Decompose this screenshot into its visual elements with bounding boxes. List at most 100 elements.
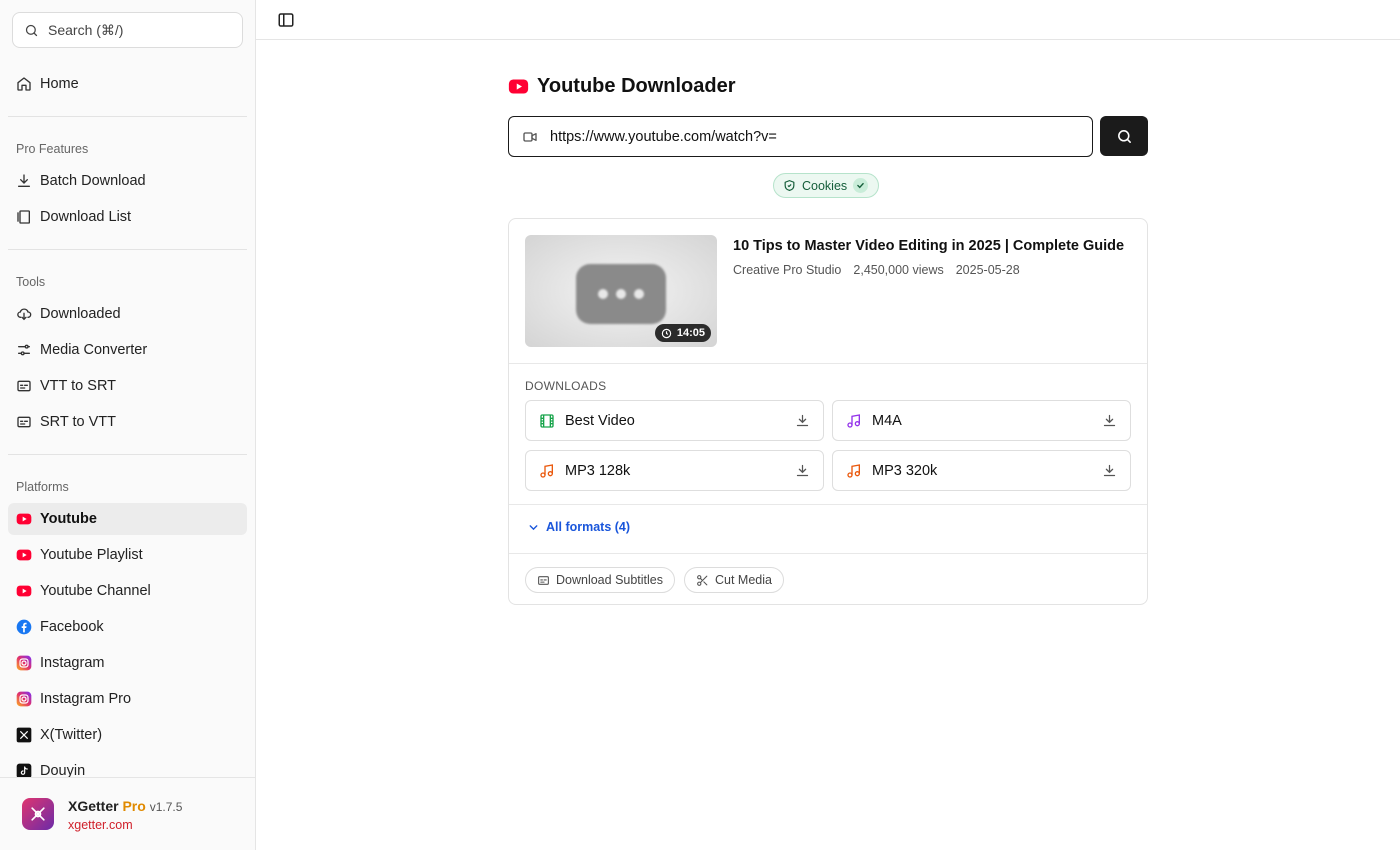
sidebar-item-home[interactable]: Home	[8, 68, 247, 100]
sidebar-item-youtube[interactable]: Youtube	[8, 503, 247, 535]
sidebar-item-instagram[interactable]: Instagram	[8, 647, 247, 679]
facebook-icon	[16, 619, 32, 635]
video-thumbnail[interactable]: 14:05	[525, 235, 717, 347]
app-logo	[22, 798, 54, 830]
scissors-icon	[697, 574, 708, 586]
sidebar-item-facebook[interactable]: Facebook	[8, 611, 247, 643]
divider	[509, 504, 1147, 505]
cut-media-button[interactable]: Cut Media	[684, 567, 784, 593]
video-title: 10 Tips to Master Video Editing in 2025 …	[733, 238, 1125, 254]
sidebar-item-youtube-playlist[interactable]: Youtube Playlist	[8, 539, 247, 571]
sidebar-item-youtube-channel[interactable]: Youtube Channel	[8, 575, 247, 607]
download-label: MP3 320k	[872, 462, 938, 479]
download-label: M4A	[872, 412, 902, 429]
pro-badge: Pro	[122, 798, 146, 814]
instagram-icon	[16, 691, 32, 707]
sidebar-item-label: VTT to SRT	[40, 378, 117, 394]
sidebar-item-batch-download[interactable]: Batch Download	[8, 165, 247, 197]
section-label-tools: Tools	[16, 275, 46, 289]
sidebar-toggle-button[interactable]	[277, 11, 295, 29]
shield-check-icon	[784, 180, 795, 191]
app-title: XGetter	[68, 798, 119, 814]
section-label-pro: Pro Features	[16, 142, 89, 156]
sidebar-item-label: Instagram	[40, 655, 105, 671]
cut-media-label: Cut Media	[715, 573, 772, 587]
url-input[interactable]	[550, 128, 1070, 145]
sidebar-item-media-converter[interactable]: Media Converter	[8, 334, 247, 366]
divider	[8, 116, 247, 117]
film-icon	[539, 413, 555, 429]
x-twitter-icon	[16, 727, 32, 743]
download-icon	[1103, 414, 1116, 427]
sidebar-item-label: Home	[40, 76, 79, 92]
search-input[interactable]: Search (⌘/)	[12, 12, 243, 48]
duration-badge: 14:05	[654, 324, 711, 342]
sidebar-item-srt-to-vtt[interactable]: SRT to VTT	[8, 406, 247, 438]
sidebar-item-label: SRT to VTT	[40, 414, 117, 430]
placeholder-play-icon	[576, 264, 666, 324]
search-icon	[1117, 129, 1131, 143]
sidebar-nav[interactable]: Search (⌘/) Home Pro Features Batch Down…	[0, 0, 255, 777]
sidebar-item-download-list[interactable]: Download List	[8, 201, 247, 233]
download-subtitles-label: Download Subtitles	[556, 573, 664, 587]
video-card: 14:05 10 Tips to Master Video Editing in…	[508, 218, 1148, 605]
youtube-icon	[508, 79, 529, 94]
cloud-download-icon	[16, 306, 32, 322]
video-camera-icon	[523, 131, 537, 142]
sidebar-item-label: X(Twitter)	[40, 727, 103, 743]
music-icon	[846, 413, 862, 429]
download-m4a-button[interactable]: M4A	[832, 400, 1131, 441]
page-title-text: Youtube Downloader	[537, 75, 736, 97]
app-url-link[interactable]: xgetter.com	[68, 818, 133, 832]
duration-text: 14:05	[676, 327, 705, 339]
divider	[8, 454, 247, 455]
sidebar-item-label: Youtube Playlist	[40, 547, 143, 563]
sidebar-item-x-twitter[interactable]: X(Twitter)	[8, 719, 247, 751]
youtube-icon	[16, 547, 32, 563]
divider	[509, 363, 1147, 364]
search-button[interactable]	[1100, 116, 1148, 156]
section-label-platforms: Platforms	[16, 480, 69, 494]
download-subtitles-button[interactable]: Download Subtitles	[525, 567, 676, 593]
search-placeholder: Search (⌘/)	[48, 21, 124, 38]
instagram-icon	[16, 655, 32, 671]
download-icon	[796, 464, 809, 477]
top-bar	[256, 0, 1400, 40]
sidebar-item-label: Media Converter	[40, 342, 148, 358]
music-icon	[846, 463, 862, 479]
all-formats-label: All formats (4)	[546, 520, 631, 534]
download-best-video-button[interactable]: Best Video	[525, 400, 824, 441]
home-icon	[16, 76, 32, 92]
cookies-badge[interactable]: Cookies	[773, 173, 880, 198]
url-input-field[interactable]	[508, 116, 1093, 157]
download-mp3-128k-button[interactable]: MP3 128k	[525, 450, 824, 491]
youtube-icon	[16, 511, 32, 527]
cookies-label: Cookies	[802, 178, 848, 193]
downloads-label: DOWNLOADS	[525, 379, 607, 393]
sidebar-item-label: Download List	[40, 209, 132, 225]
upload-date: 2025-05-28	[955, 263, 1020, 277]
download-icon	[1103, 464, 1116, 477]
download-label: Best Video	[565, 412, 635, 429]
youtube-icon	[16, 583, 32, 599]
sidebar-item-vtt-to-srt[interactable]: VTT to SRT	[8, 370, 247, 402]
sidebar-item-label: Facebook	[40, 619, 104, 635]
download-icon	[796, 414, 809, 427]
channel-name: Creative Pro Studio	[733, 263, 842, 277]
list-icon	[16, 209, 32, 225]
panel-left-icon	[278, 13, 294, 27]
chevron-down-icon	[529, 524, 538, 530]
download-mp3-320k-button[interactable]: MP3 320k	[832, 450, 1131, 491]
divider	[509, 553, 1147, 554]
app-version: v1.7.5	[149, 800, 183, 814]
sidebar-item-downloaded[interactable]: Downloaded	[8, 298, 247, 330]
sidebar-item-instagram-pro[interactable]: Instagram Pro	[8, 683, 247, 715]
check-icon	[853, 178, 869, 193]
all-formats-toggle[interactable]: All formats (4)	[527, 520, 630, 534]
sidebar-item-label: Douyin	[40, 763, 86, 777]
download-label: MP3 128k	[565, 462, 631, 479]
subtitles-icon	[16, 414, 32, 430]
app-name: XGetter Pro v1.7.5	[68, 798, 182, 814]
sidebar-item-label: Youtube	[40, 511, 97, 527]
sidebar-item-douyin[interactable]: Douyin	[8, 755, 247, 777]
